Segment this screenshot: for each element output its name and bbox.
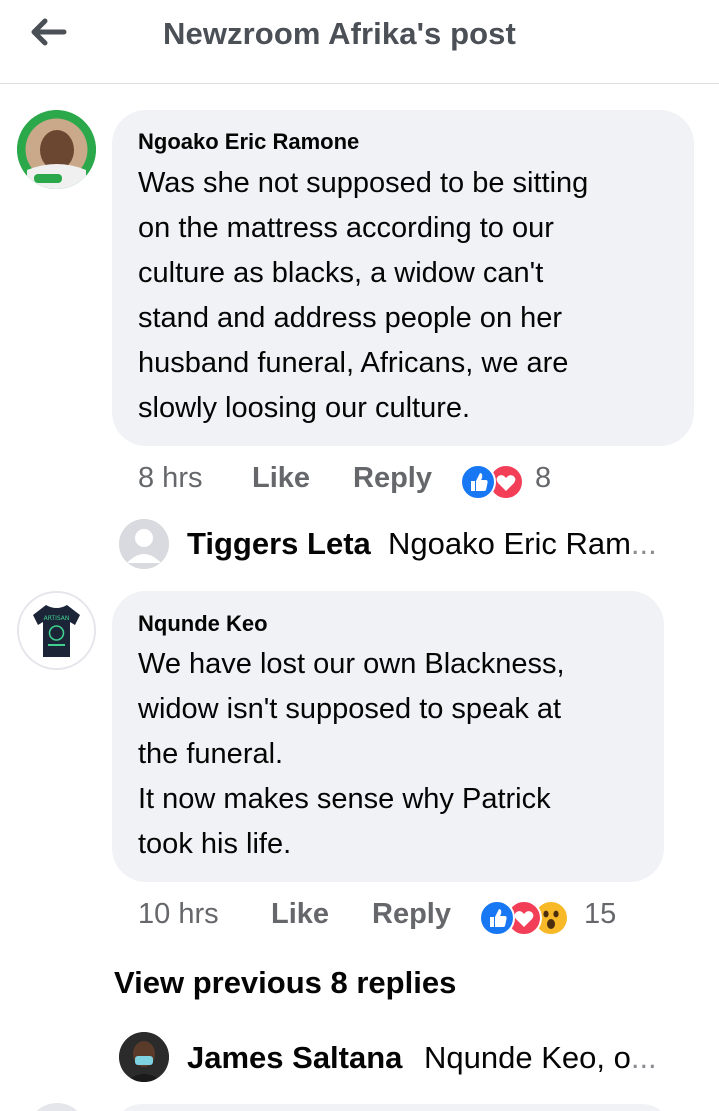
reaction-count[interactable]: 8 <box>535 462 551 495</box>
comment-line: took his life. <box>138 828 292 860</box>
comment-line: slowly loosing our culture. <box>138 392 471 424</box>
reply-preview[interactable]: Ngoako Eric Ram... <box>388 526 657 562</box>
avatar[interactable]: ARTISAN <box>17 591 96 670</box>
back-button[interactable] <box>26 14 70 50</box>
reply-author[interactable]: James Saltana <box>187 1040 402 1076</box>
reply-ellipsis: ... <box>630 1040 657 1075</box>
comment-line: stand and address people on her <box>138 302 563 334</box>
reaction-summary[interactable] <box>460 464 526 500</box>
avatar-photo: ARTISAN <box>19 593 94 668</box>
reply-preview[interactable]: Nqunde Keo, o... <box>424 1040 657 1076</box>
comment-line: Was she not supposed to be sitting <box>138 167 589 199</box>
svg-text:ARTISAN: ARTISAN <box>44 615 70 622</box>
avatar[interactable] <box>119 1032 169 1082</box>
comment-line: on the mattress according to our <box>138 212 554 244</box>
comment-author[interactable]: Ngoako Eric Ramone <box>138 129 359 155</box>
like-reaction-icon <box>479 900 515 936</box>
comment-bubble <box>112 1104 672 1111</box>
comment-line: culture as blacks, a widow can't <box>138 257 544 289</box>
avatar[interactable] <box>17 110 96 189</box>
comment-author[interactable]: Nqunde Keo <box>138 611 268 637</box>
comment-line: It now makes sense why Patrick <box>138 783 551 815</box>
reply-author[interactable]: Tiggers Leta <box>187 526 371 562</box>
reply-preview-text: Ngoako Eric Ram <box>388 526 631 561</box>
avatar[interactable] <box>119 519 169 569</box>
comment-line: the funeral. <box>138 738 284 770</box>
reply-button[interactable]: Reply <box>353 462 432 495</box>
reaction-summary[interactable] <box>479 900 571 936</box>
comment-line: husband funeral, Africans, we are <box>138 347 569 379</box>
like-reaction-icon <box>460 464 496 500</box>
reply-button[interactable]: Reply <box>372 898 451 931</box>
reaction-count[interactable]: 15 <box>584 898 616 931</box>
like-button[interactable]: Like <box>271 898 329 931</box>
avatar[interactable] <box>27 1103 87 1111</box>
page-title: Newzroom Afrika's post <box>163 16 516 51</box>
comment-thread-page: Newzroom Afrika's post Ngoako Eric Ramon… <box>0 0 719 1111</box>
view-previous-replies-link[interactable]: View previous 8 replies <box>114 965 456 1001</box>
reply-preview-text: Nqunde Keo, o <box>424 1040 631 1075</box>
avatar-photo <box>17 110 96 189</box>
comment-line: widow isn't supposed to speak at <box>138 693 562 725</box>
arrow-left-icon <box>31 18 67 46</box>
avatar-photo <box>119 1032 169 1082</box>
reply-ellipsis: ... <box>630 526 657 561</box>
comment-timestamp: 10 hrs <box>138 898 219 930</box>
default-user-icon <box>119 519 169 569</box>
comment-timestamp: 8 hrs <box>138 462 203 494</box>
comment-line: We have lost our own Blackness, <box>138 648 565 680</box>
like-button[interactable]: Like <box>252 462 310 495</box>
top-bar: Newzroom Afrika's post <box>0 0 719 84</box>
